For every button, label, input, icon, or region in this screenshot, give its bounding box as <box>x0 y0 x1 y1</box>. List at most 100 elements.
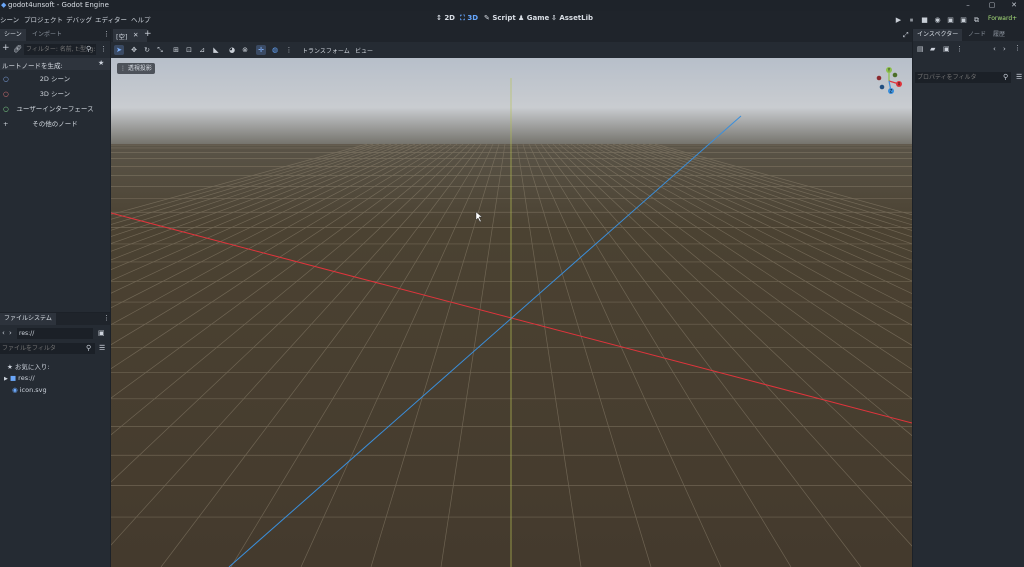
open-resource-icon[interactable]: ▰ <box>930 45 935 53</box>
forward-icon[interactable]: › <box>9 329 12 337</box>
workspace-game-button[interactable]: ♟ Game <box>518 14 549 22</box>
orientation-gizmo[interactable]: Y X Z <box>874 66 904 96</box>
workspace-script-button[interactable]: ✎ Script <box>484 14 516 22</box>
close-button[interactable]: ✕ <box>1003 0 1024 11</box>
tab-inspector[interactable]: インスペクター <box>913 29 963 41</box>
distraction-free-icon[interactable]: ⤢ <box>903 31 909 40</box>
minimize-button[interactable]: – <box>957 0 979 11</box>
assetlib-icon: ⇩ <box>551 14 557 22</box>
snap-icon[interactable]: ◣ <box>211 45 221 55</box>
grid-icon[interactable]: ⊗ <box>240 45 250 55</box>
menu-help[interactable]: ヘルプ <box>131 14 151 24</box>
workspace-3d-button[interactable]: ⛶ 3D <box>460 14 478 23</box>
toolbar-more-icon[interactable]: ⋮ <box>284 45 294 55</box>
renderer-selector[interactable]: Forward+ <box>988 15 1017 22</box>
menu-scene[interactable]: シーン <box>0 14 19 24</box>
new-resource-icon[interactable]: ▤ <box>917 45 924 53</box>
history-forward-icon[interactable]: › <box>1003 45 1006 53</box>
play-button[interactable]: ▶ <box>893 15 904 26</box>
workspace-game-label: Game <box>526 14 550 22</box>
transform-menu[interactable]: トランスフォーム <box>302 46 350 55</box>
ruler-icon[interactable]: ⊿ <box>197 45 207 55</box>
menu-project[interactable]: プロジェクト <box>24 14 63 24</box>
sort-icon[interactable]: ☰ <box>99 344 105 352</box>
perspective-menu[interactable]: ⋮ 透視投影 <box>117 63 155 74</box>
add-scene-tab-button[interactable]: + <box>144 29 152 39</box>
lock-icon[interactable]: ⊞ <box>171 45 181 55</box>
file-filter-input[interactable] <box>0 343 95 354</box>
property-search-icon: ⚲ <box>1003 73 1009 81</box>
split-view-icon[interactable]: ▣ <box>98 329 105 337</box>
tab-filesystem[interactable]: ファイルシステム <box>0 313 56 325</box>
menu-editor[interactable]: エディター <box>95 14 127 24</box>
inspector-settings-icon[interactable]: ☰ <box>1016 73 1022 81</box>
tab-history[interactable]: 履歴 <box>989 29 1009 41</box>
history-menu-icon[interactable]: ⋮ <box>1014 44 1021 52</box>
inspector-tabbar: インスペクター ノード 履歴 <box>913 29 1024 41</box>
sun-preview-icon[interactable]: ◍ <box>270 45 280 55</box>
favorites-item[interactable]: ★ お気に入り: <box>7 361 50 371</box>
scene-tab-empty[interactable]: [空] ✕ <box>113 29 147 42</box>
movie-maker-button[interactable]: ⧉ <box>971 15 982 26</box>
create-ui-scene-label: ユーザーインターフェース <box>16 105 94 113</box>
inspector-dock: インスペクター ノード 履歴 ▤ ▰ ▣ ⋮ ‹ › ⋮ ⚲ ☰ <box>913 29 1024 567</box>
gizmo-x-label: X <box>898 82 901 87</box>
godot-logo-icon: ◆ <box>1 1 7 9</box>
rotate-tool-icon[interactable]: ↻ <box>142 45 152 55</box>
group-icon[interactable]: ⊡ <box>184 45 194 55</box>
play-custom-scene-button[interactable]: ▣ <box>958 15 969 26</box>
create-3d-scene-button[interactable]: ○ 3D シーン <box>0 87 110 101</box>
icon-svg-item[interactable]: ◉ icon.svg <box>12 386 47 394</box>
gizmo-y-label: Y <box>887 68 891 73</box>
3d-viewport[interactable]: ⋮ 透視投影 Y X Z <box>111 58 912 567</box>
workspace-script-label: Script <box>492 14 516 22</box>
menu-bar: シーン プロジェクト デバッグ エディター ヘルプ ↕ 2D ⛶ 3D ✎ Sc… <box>0 11 1024 29</box>
script-icon: ✎ <box>484 14 490 22</box>
back-icon[interactable]: ‹ <box>2 329 5 337</box>
select-tool-icon[interactable]: ➤ <box>114 45 124 55</box>
scale-tool-icon[interactable]: ⤡ <box>155 45 165 55</box>
tab-scene[interactable]: シーン <box>0 29 26 41</box>
property-filter-input[interactable] <box>915 72 1011 83</box>
play-current-scene-button[interactable]: ▣ <box>945 15 956 26</box>
history-back-icon[interactable]: ‹ <box>993 45 996 53</box>
perspective-menu-icon: ⋮ <box>120 65 126 72</box>
svg-file-icon: ◉ <box>12 386 18 394</box>
game-icon: ♟ <box>518 14 525 22</box>
window-title: godot4unsoft - Godot Engine <box>8 1 109 9</box>
filesystem-menu-icon[interactable]: ⋮ <box>103 314 110 322</box>
menu-debug[interactable]: デバッグ <box>66 14 92 24</box>
workspace-2d-button[interactable]: ↕ 2D <box>436 14 455 22</box>
local-space-icon[interactable]: ✛ <box>256 45 266 55</box>
star-icon: ★ <box>7 363 13 371</box>
tab-node[interactable]: ノード <box>964 29 990 41</box>
save-resource-icon[interactable]: ▣ <box>943 45 950 53</box>
gizmo-z-label: Z <box>890 89 893 94</box>
maximize-button[interactable]: ▢ <box>981 0 1003 11</box>
workspace-assetlib-button[interactable]: ⇩ AssetLib <box>551 14 593 22</box>
favorites-label: お気に入り: <box>14 363 50 371</box>
close-tab-icon[interactable]: ✕ <box>133 31 138 39</box>
workspace-3d-label: 3D <box>467 14 479 22</box>
resource-menu-icon[interactable]: ⋮ <box>956 45 963 53</box>
tab-import[interactable]: インポート <box>28 29 66 41</box>
camera-icon[interactable]: ◕ <box>227 45 237 55</box>
move-tool-icon[interactable]: ✥ <box>129 45 139 55</box>
remote-debug-button[interactable]: ◉ <box>932 15 943 26</box>
stop-button[interactable]: ■ <box>919 15 930 26</box>
link-icon[interactable]: 🔗︎ <box>13 45 22 53</box>
create-2d-scene-button[interactable]: ○ 2D シーン <box>0 72 110 86</box>
pause-button[interactable]: ⏸ <box>906 15 917 26</box>
expand-arrow-icon: ▶ <box>4 376 8 382</box>
favorite-icon[interactable]: ★ <box>98 59 104 67</box>
create-ui-scene-button[interactable]: ○ ユーザーインターフェース <box>0 102 110 116</box>
path-field[interactable] <box>17 328 93 339</box>
scene-options-icon[interactable]: ⋮ <box>100 45 107 53</box>
res-folder-item[interactable]: ▶ ■ res:// <box>4 374 35 382</box>
root-node-header-label: ルートノードを生成: <box>2 62 63 70</box>
dock-menu-icon[interactable]: ⋮ <box>103 30 110 38</box>
add-node-icon[interactable]: + <box>2 44 10 53</box>
other-node-button[interactable]: + その他のノード <box>0 117 110 131</box>
scene-dock: シーン インポート ⋮ + 🔗︎ ⚲ ⋮ ルートノードを生成: ★ ○ 2D シ… <box>0 29 110 312</box>
view-menu[interactable]: ビュー <box>355 46 373 55</box>
